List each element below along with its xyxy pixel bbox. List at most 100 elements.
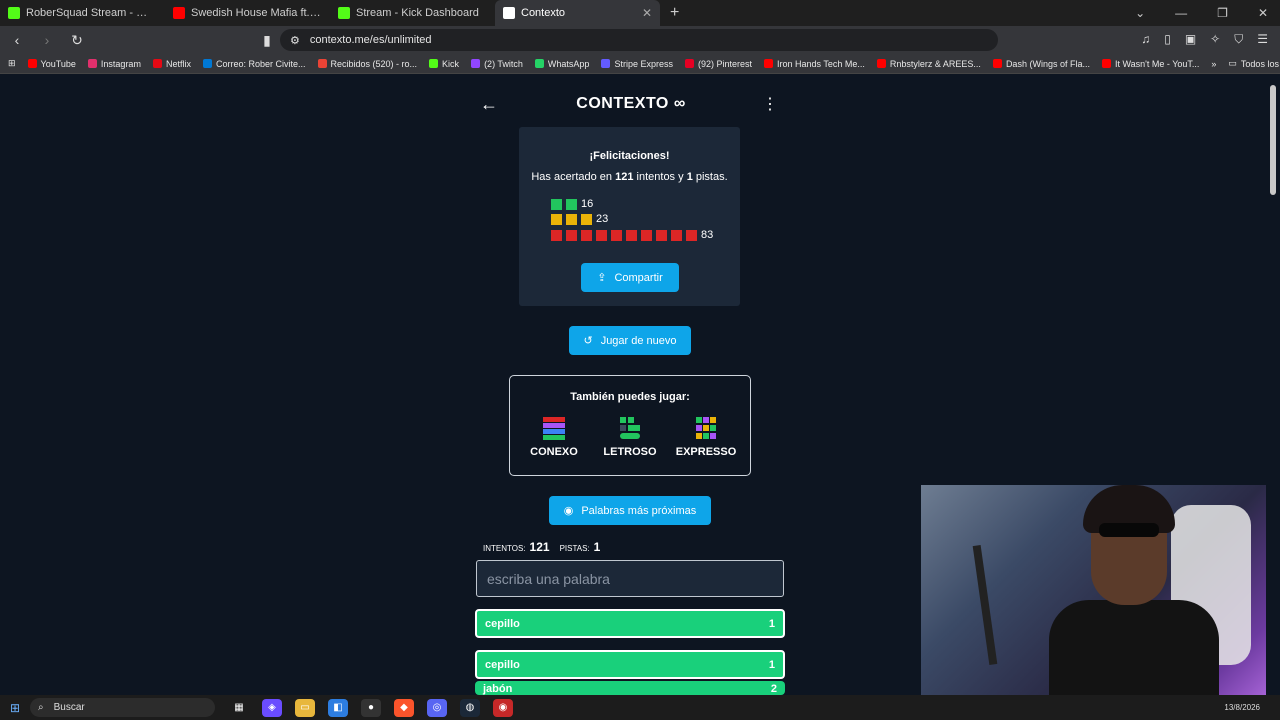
webcam-overlay [921,485,1266,711]
url-text: contexto.me/es/unlimited [309,34,432,46]
store-icon[interactable]: ◧ [328,698,348,717]
guess-word: jabón [483,683,513,695]
page-scrollbar[interactable] [1266,75,1280,695]
tab-title: Swedish House Mafia ft. John Ma [191,7,322,19]
app-header: ← CONTEXTO ∞ ⋮ [476,89,786,119]
yellow-count: 23 [596,213,609,225]
microphone-arm [972,545,998,665]
contexto-icon [503,7,515,19]
bookmark-iron-hands[interactable]: Iron Hands Tech Me... [764,59,865,69]
bookmark-icon[interactable]: ▮ [258,32,276,49]
congrats-title: ¡Felicitaciones! [589,150,670,162]
chevron-down-icon[interactable]: ⌄ [1135,6,1145,20]
close-window-icon[interactable]: ✕ [1258,6,1268,20]
more-options-icon[interactable]: ⋮ [762,94,778,114]
kick-icon [8,7,20,19]
game-expresso[interactable]: EXPRESSO [676,416,736,458]
wallet-icon[interactable]: ▣ [1185,32,1196,47]
guess-row: jabón 2 [475,681,785,695]
app-title: CONTEXTO ∞ [576,95,686,112]
more-bookmarks-icon[interactable]: » [1211,59,1216,69]
guess-row: cepillo 1 [475,650,785,679]
tab-title: RoberSquad Stream - Watch Live [26,7,157,19]
new-tab-button[interactable]: + [660,4,689,22]
taskbar-clock: 13/8/2026 [1224,703,1260,712]
bookmark-pinterest[interactable]: (92) Pinterest [684,59,752,69]
taskbar-search[interactable]: ⌕ Buscar [30,698,215,717]
apps-icon[interactable]: ⊞ [8,58,16,69]
music-icon[interactable]: ♫ [1141,32,1150,47]
windows-start-icon[interactable]: ⊞ [0,701,30,715]
tab-title: Contexto [521,7,566,19]
obs-icon[interactable]: ● [361,698,381,717]
attempts-count: 121 [615,171,634,183]
search-icon: ⌕ [38,702,44,713]
stats-attempts: 121 [529,540,550,554]
eye-icon: ◉ [563,505,574,517]
close-tab-icon[interactable]: ✕ [642,6,652,20]
green-row: 16 [551,198,593,210]
bookmark-youtube[interactable]: YouTube [27,59,76,69]
ai-icon[interactable]: ✧ [1210,32,1220,47]
tab-youtube[interactable]: Swedish House Mafia ft. John Ma [165,0,330,26]
letroso-icon [618,416,642,440]
share-button[interactable]: ⇪ Compartir [581,263,679,292]
sunglasses [1099,523,1159,537]
bookmark-twitch[interactable]: (2) Twitch [471,59,523,69]
menu-icon[interactable]: ☰ [1257,32,1268,47]
bookmark-it-wasnt-me[interactable]: It Wasn't Me - YouT... [1101,59,1199,69]
bookmark-gmail[interactable]: Recibidos (520) - ro... [317,59,417,69]
expresso-icon [694,416,718,440]
bookmark-stripe[interactable]: Stripe Express [601,59,673,69]
site-info-icon[interactable]: ⚙ [290,34,300,47]
steam-icon[interactable]: ◍ [460,698,480,717]
game-conexo[interactable]: CONEXO [525,416,583,458]
discord-icon[interactable]: ◎ [427,698,447,717]
bookmark-instagram[interactable]: Instagram [87,59,141,69]
address-bar[interactable]: ⚙ contexto.me/es/unlimited [280,29,998,51]
play-again-button[interactable]: ↺ Jugar de nuevo [569,326,691,355]
closest-words-button[interactable]: ◉ Palabras más próximas [549,496,711,525]
folder-icon: ▭ [1228,58,1237,68]
minimize-icon[interactable]: — [1175,6,1187,20]
file-explorer-icon[interactable]: ▭ [295,698,315,717]
green-count: 16 [581,198,594,210]
bookmark-rnbstylerz[interactable]: Rnbstylerz & AREES... [876,59,981,69]
bookmark-netflix[interactable]: Netflix [152,59,191,69]
guess-rank: 2 [770,683,777,695]
vpn-icon[interactable]: ⛉ [1234,32,1243,47]
task-view-icon[interactable]: ▦ [229,699,249,717]
back-icon[interactable]: ‹ [8,32,26,48]
back-arrow-icon[interactable]: ← [480,94,498,115]
taskbar: ⊞ ⌕ Buscar ▦ ◈ ▭ ◧ ● ◆ ◎ ◍ ◉ 13/8/2026 [0,695,1280,720]
tab-roberSquad[interactable]: RoberSquad Stream - Watch Live [0,0,165,26]
red-count: 83 [701,229,714,241]
browser-tab-bar: RoberSquad Stream - Watch Live Swedish H… [0,0,1280,26]
scrollbar-thumb[interactable] [1270,85,1276,195]
forward-icon[interactable]: › [38,32,56,48]
bookmark-correo[interactable]: Correo: Rober Civite... [202,59,306,69]
bookmark-dash[interactable]: Dash (Wings of Fla... [992,59,1090,69]
yellow-row: 23 [551,213,608,225]
conexo-icon [542,416,566,440]
brave-icon[interactable]: ◆ [394,698,414,717]
word-input[interactable]: escriba una palabra [476,560,784,597]
tab-contexto[interactable]: Contexto ✕ [495,0,660,26]
taskbar-apps: ▦ ◈ ▭ ◧ ● ◆ ◎ ◍ ◉ [229,698,513,717]
sidebar-icon[interactable]: ▯ [1164,32,1171,47]
guess-rank: 1 [768,658,775,671]
tab-kick-dashboard[interactable]: Stream - Kick Dashboard [330,0,495,26]
bookmarks-folder[interactable]: ▭Todos los favoritos [1228,58,1280,69]
other-games-title: También puedes jugar: [570,391,690,403]
recorder-icon[interactable]: ◉ [493,698,513,717]
bookmark-kick[interactable]: Kick [429,59,459,69]
red-row: 83 [551,229,713,241]
result-card: ¡Felicitaciones! Has acertado en 121 int… [519,127,740,306]
game-stats: INTENTOS: 121 PISTAS: 1 [483,540,601,554]
bookmarks-bar: ⊞ YouTube Instagram Netflix Correo: Robe… [0,54,1280,74]
copilot-icon[interactable]: ◈ [262,698,282,717]
reload-icon[interactable]: ↻ [68,32,86,49]
maximize-icon[interactable]: ❐ [1217,6,1228,20]
bookmark-whatsapp[interactable]: WhatsApp [534,59,589,69]
game-letroso[interactable]: LETROSO [601,416,659,458]
